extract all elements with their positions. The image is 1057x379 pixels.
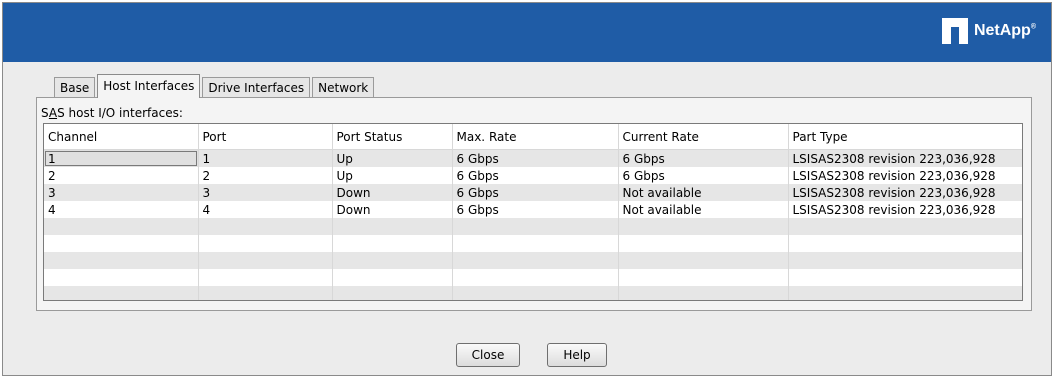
table-cell: Down [332,184,453,201]
table-cell: LSISAS2308 revision 223,036,928 [788,201,1022,218]
help-button[interactable]: Help [547,343,607,367]
table-cell: 2 [44,167,199,184]
table-cell: 3 [44,184,199,201]
table-cell: 6 Gbps [452,184,619,201]
empty-table-row [44,218,1022,235]
tab-network[interactable]: Network [312,77,375,97]
table-cell: 1 [44,149,199,167]
table-cell: LSISAS2308 revision 223,036,928 [788,167,1022,184]
tab-bar: Base Host Interfaces Drive Interfaces Ne… [54,73,376,98]
empty-table-row [44,269,1022,286]
column-header-current-rate[interactable]: Current Rate [618,124,789,150]
tab-base[interactable]: Base [54,77,96,97]
close-button[interactable]: Close [456,343,520,367]
column-header-channel[interactable]: Channel [44,124,199,150]
table-header-row: Channel Port Port Status Max. Rate Curre… [44,124,1022,150]
empty-table-row [44,286,1022,300]
table-cell: 6 Gbps [618,167,789,184]
table-row[interactable]: 4 4 Down 6 Gbps Not available LSISAS2308… [44,201,1022,218]
dialog-window: NetApp® Base Host Interfaces Drive Inter… [2,2,1052,376]
table-cell: 4 [198,201,333,218]
table-cell: 6 Gbps [452,167,619,184]
table-cell: 3 [198,184,333,201]
logo-text: NetApp® [973,22,1036,39]
column-header-port[interactable]: Port [198,124,333,150]
section-label: SAS host I/O interfaces: [41,106,183,120]
table-cell: 2 [198,167,333,184]
table-cell: 6 Gbps [452,149,619,167]
table-cell: LSISAS2308 revision 223,036,928 [788,184,1022,201]
empty-table-row [44,252,1022,269]
table-cell: Not available [618,184,789,201]
column-header-part-type[interactable]: Part Type [788,124,1022,150]
empty-table-row [44,235,1022,252]
host-interfaces-panel: SAS host I/O interfaces: Channel Port Po… [36,97,1032,311]
netapp-logo-icon [941,18,968,44]
tab-drive-interfaces[interactable]: Drive Interfaces [202,77,311,97]
table-cell: 6 Gbps [618,149,789,167]
table-row[interactable]: 1 1 Up 6 Gbps 6 Gbps LSISAS2308 revision… [44,149,1022,167]
table-cell: Up [332,167,453,184]
table-cell: 6 Gbps [452,201,619,218]
column-header-max-rate[interactable]: Max. Rate [452,124,619,150]
table-cell: Not available [618,201,789,218]
interfaces-table[interactable]: Channel Port Port Status Max. Rate Curre… [43,123,1023,301]
netapp-logo: NetApp® [941,15,1036,47]
table-cell: Up [332,149,453,167]
column-header-port-status[interactable]: Port Status [332,124,453,150]
table-cell: LSISAS2308 revision 223,036,928 [788,149,1022,167]
header-bar: NetApp® [3,3,1051,62]
tab-host-interfaces[interactable]: Host Interfaces [97,74,201,98]
table-cell: 4 [44,201,199,218]
table-row[interactable]: 3 3 Down 6 Gbps Not available LSISAS2308… [44,184,1022,201]
table-row[interactable]: 2 2 Up 6 Gbps 6 Gbps LSISAS2308 revision… [44,167,1022,184]
table-cell: Down [332,201,453,218]
table-cell: 1 [198,149,333,167]
